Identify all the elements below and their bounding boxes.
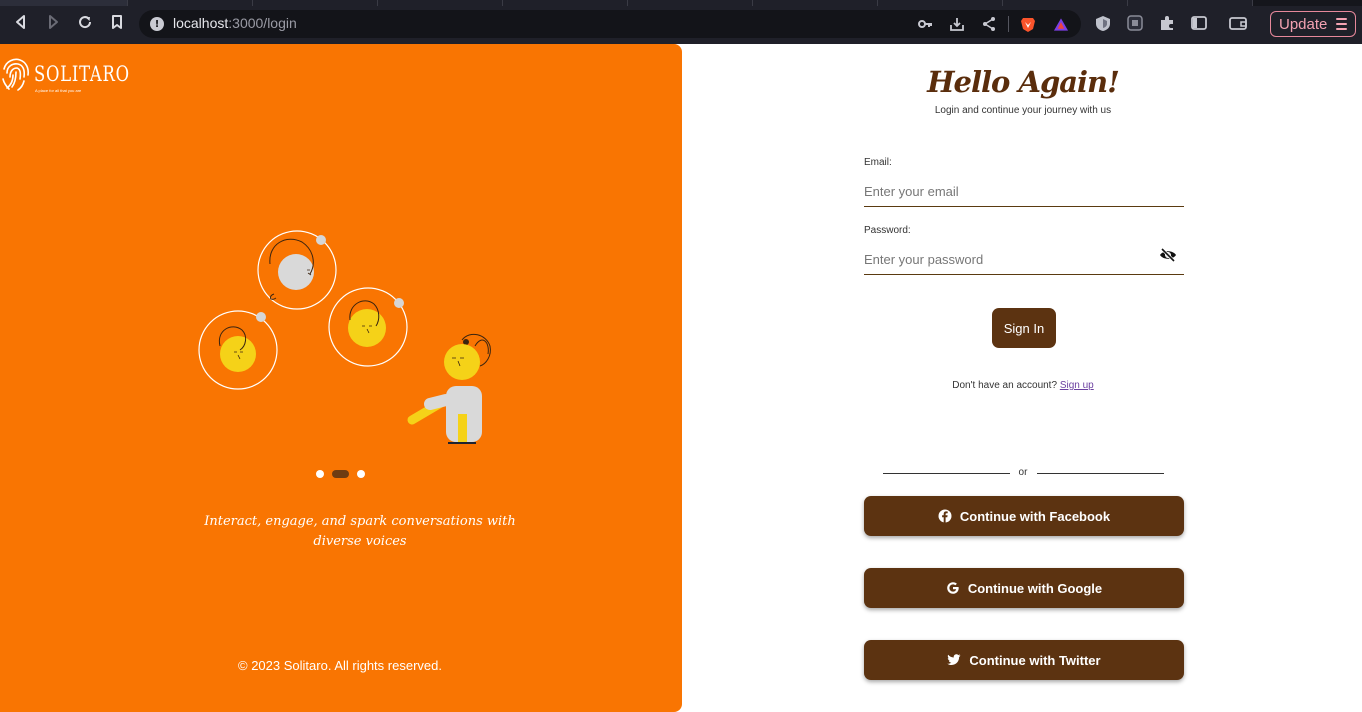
standing-person [407, 333, 491, 444]
avatar-bubble [328, 287, 408, 367]
forward-icon[interactable] [43, 12, 63, 32]
copyright-footer: © 2023 Solitaro. All rights reserved. [238, 658, 442, 673]
brave-shield-icon[interactable] [1020, 16, 1036, 32]
download-icon[interactable] [949, 16, 965, 32]
reload-icon[interactable] [75, 12, 95, 32]
google-button-label: Continue with Google [967, 580, 1103, 596]
browser-tab[interactable] [753, 0, 878, 6]
url-text[interactable]: localhost:3000/login [173, 15, 297, 31]
facebook-button-label: Continue with Facebook [959, 508, 1111, 524]
extensions-puzzle-icon[interactable] [1158, 14, 1176, 32]
menu-icon [1336, 18, 1347, 33]
update-button[interactable]: Update [1270, 11, 1356, 37]
sidebar-toggle-icon[interactable] [1190, 14, 1208, 32]
twitter-button-label: Continue with Twitter [969, 652, 1101, 668]
password-field[interactable] [864, 245, 1184, 275]
site-info-icon[interactable]: ! [150, 17, 164, 31]
hero-caption: Interact, engage, and spark conversation… [204, 514, 516, 549]
browser-tab[interactable] [628, 0, 753, 6]
carousel-indicator [316, 470, 368, 480]
fingerprint-icon [2, 58, 29, 91]
share-icon[interactable] [981, 16, 997, 32]
address-bar[interactable]: ! localhost:3000/login [139, 10, 1081, 38]
bookmark-icon[interactable] [107, 12, 127, 32]
back-icon[interactable] [11, 12, 31, 32]
page-title: Hello Again! [927, 65, 1120, 99]
facebook-icon [938, 509, 952, 523]
tab-strip [0, 0, 1362, 6]
update-label: Update [1279, 15, 1328, 33]
email-field[interactable] [864, 177, 1184, 207]
or-divider-text: or [1018, 467, 1028, 478]
twitter-login-button[interactable]: Continue with Twitter [864, 640, 1184, 680]
extension-square-icon[interactable] [1126, 14, 1144, 32]
google-login-button[interactable]: Continue with Google [864, 568, 1184, 608]
brand-name: SOLITARO [34, 62, 130, 86]
carousel-dot[interactable] [357, 470, 365, 478]
email-label: Email: [864, 157, 892, 168]
eye-slash-icon[interactable] [1159, 247, 1177, 263]
browser-tab[interactable] [1128, 0, 1253, 6]
password-label: Password: [864, 225, 911, 236]
browser-tab[interactable] [253, 0, 378, 6]
facebook-login-button[interactable]: Continue with Facebook [864, 496, 1184, 536]
browser-tab[interactable] [1003, 0, 1128, 6]
brand-tagline: A place for all that you are [35, 88, 82, 93]
brand-logo[interactable]: SOLITARO A place for all that you are [0, 52, 129, 93]
carousel-dot-active[interactable] [332, 470, 349, 478]
avatar-bubble [198, 310, 278, 390]
people-illustration [198, 230, 491, 444]
no-account-text: Don't have an account? [952, 380, 1058, 391]
browser-tab[interactable] [878, 0, 1003, 6]
twitter-icon [947, 653, 961, 667]
browser-tab[interactable] [128, 0, 253, 6]
signup-prompt: Don't have an account? Sign up [863, 380, 1183, 391]
hero-panel: SOLITARO A place for all that you are In… [0, 44, 682, 712]
browser-chrome: ! localhost:3000/login Update [0, 0, 1362, 44]
divider-line [1037, 473, 1164, 474]
browser-tab[interactable] [503, 0, 628, 6]
carousel-dot[interactable] [316, 470, 324, 478]
page-subtitle: Login and continue your journey with us [934, 105, 1112, 116]
key-icon[interactable] [917, 16, 933, 32]
vpn-shield-icon[interactable] [1094, 14, 1112, 32]
wallet-icon[interactable] [1229, 14, 1247, 32]
divider-line [883, 473, 1010, 474]
url-divider [1008, 16, 1009, 32]
brave-rewards-icon[interactable] [1053, 16, 1069, 32]
google-icon [946, 581, 960, 595]
browser-tab-active[interactable] [0, 0, 128, 6]
sign-up-link[interactable]: Sign up [1060, 380, 1094, 391]
avatar-bubble [257, 230, 337, 310]
browser-tab[interactable] [378, 0, 503, 6]
sign-in-button[interactable]: Sign In [992, 308, 1056, 348]
